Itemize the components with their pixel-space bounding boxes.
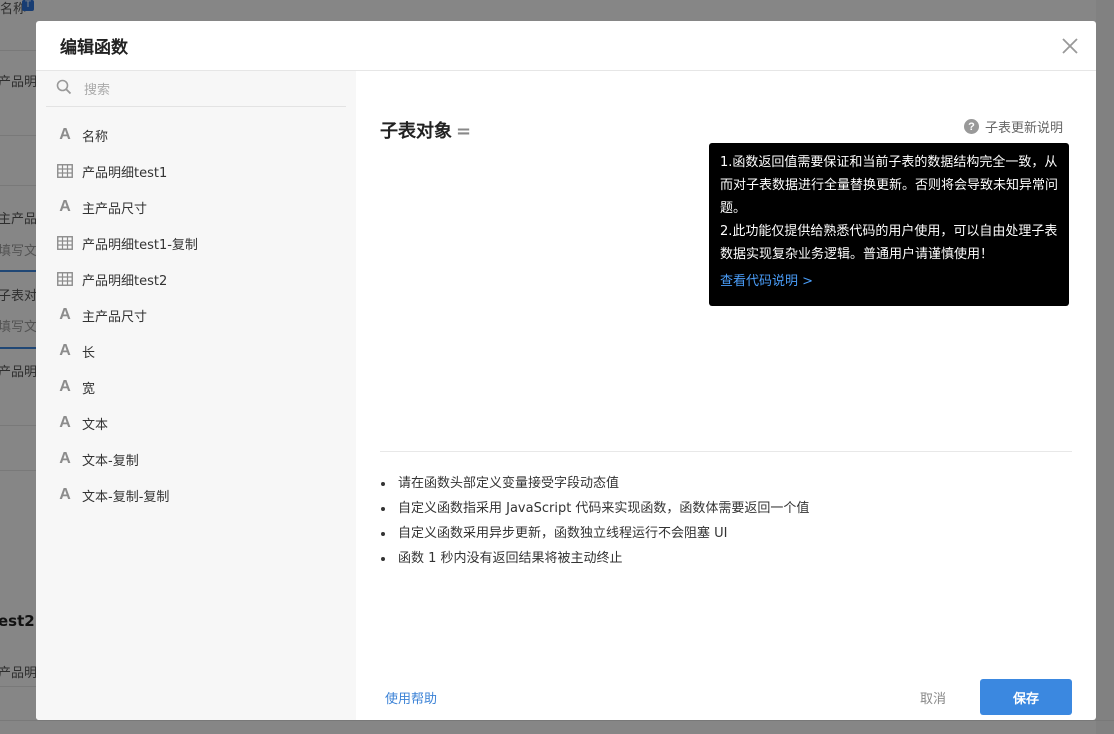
dialog-header: 编辑函数 (36, 21, 1096, 71)
notes-list: 请在函数头部定义变量接受字段动态值 自定义函数指采用 JavaScript 代码… (380, 471, 809, 571)
field-item[interactable]: A宽 (36, 369, 356, 405)
formula-heading: 子表对象 = (380, 117, 471, 143)
note-item: 函数 1 秒内没有返回结果将被主动终止 (380, 546, 809, 571)
field-item[interactable]: A 主产品尺寸 (36, 297, 356, 333)
field-item[interactable]: 产品明细test2 (36, 261, 356, 297)
field-item-label: 产品明细test1-复制 (82, 237, 198, 253)
formula-field-label: 子表对象 (380, 121, 452, 142)
tooltip-line-1: 1.函数返回值需要保证和当前子表的数据结构完全一致，从而对子表数据进行全量替换更… (720, 155, 1059, 216)
text-field-icon: A (59, 198, 71, 215)
field-item[interactable]: A 文本-复制 (36, 441, 356, 477)
help-link-label: 子表更新说明 (984, 121, 1063, 136)
field-item[interactable]: 产品明细test1-复制 (36, 225, 356, 261)
text-field-icon: A (59, 414, 71, 431)
edit-function-dialog: 编辑函数 搜索 A 名称 产品明细test1 A 主产品尺寸 产品明细test1-复制 产品… (36, 21, 1096, 720)
field-item-label: 主产品尺寸 (82, 309, 148, 325)
field-list: A 名称 产品明细test1 A 主产品尺寸 产品明细test1-复制 产品明细test2 A… (36, 107, 356, 513)
note-item: 自定义函数指采用 JavaScript 代码来实现函数，函数体需要返回一个值 (380, 496, 809, 521)
text-field-icon: A (59, 486, 71, 503)
editor-divider (380, 451, 1072, 452)
field-item-label: 名称 (82, 129, 109, 145)
view-code-doc-link[interactable]: 查看代码说明 > (720, 270, 813, 293)
usage-help-link[interactable]: 使用帮助 (385, 688, 437, 707)
text-field-icon: A (59, 450, 71, 467)
field-item[interactable]: A 主产品尺寸 (36, 189, 356, 225)
note-item: 请在函数头部定义变量接受字段动态值 (380, 471, 809, 496)
search-input[interactable]: 搜索 (46, 71, 346, 107)
field-item[interactable]: A 文本-复制-复制 (36, 477, 356, 513)
field-item-label: 产品明细test2 (82, 273, 168, 289)
field-item-label: 文本-复制 (82, 453, 139, 469)
table-icon (57, 163, 73, 179)
table-icon (57, 271, 73, 287)
field-sidebar: 搜索 A 名称 产品明细test1 A 主产品尺寸 产品明细test1-复制 产品明细tes… (36, 71, 356, 720)
text-field-icon: A (59, 306, 71, 323)
field-item[interactable]: A 文本 (36, 405, 356, 441)
cancel-button[interactable]: 取消 (920, 688, 946, 707)
field-item-label: 长 (82, 345, 96, 361)
field-item-label: 宽 (82, 381, 96, 397)
field-item[interactable]: 产品明细test1 (36, 153, 356, 189)
note-item: 自定义函数采用异步更新，函数独立线程运行不会阻塞 UI (380, 521, 809, 546)
field-item-label: 主产品尺寸 (82, 201, 148, 217)
field-item-label: 产品明细test1 (82, 165, 168, 181)
field-item-label: 文本 (82, 417, 109, 433)
close-icon[interactable] (1060, 36, 1080, 56)
subtable-help-link[interactable]: ? 子表更新说明 (963, 117, 1063, 136)
tooltip-line-2: 2.此功能仅提供给熟悉代码的用户使用，可以自由处理子表数据实现复杂业务逻辑。普通… (720, 224, 1058, 262)
table-icon (57, 235, 73, 251)
help-tooltip: 1.函数返回值需要保证和当前子表的数据结构完全一致，从而对子表数据进行全量替换更… (709, 143, 1069, 306)
field-item[interactable]: A 名称 (36, 117, 356, 153)
search-placeholder: 搜索 (84, 83, 111, 98)
equals-sign: = (456, 121, 472, 142)
text-field-icon: A (59, 342, 71, 359)
field-item[interactable]: A长 (36, 333, 356, 369)
save-button[interactable]: 保存 (980, 679, 1072, 715)
question-icon: ? (963, 119, 979, 134)
text-field-icon: A (59, 378, 71, 395)
text-field-icon: A (59, 126, 71, 143)
search-icon (56, 79, 72, 99)
editor-panel: 子表对象 = ? 子表更新说明 1.函数返回值需要保证和当前子表的数据结构完全一致… (356, 71, 1096, 720)
dialog-title: 编辑函数 (60, 38, 128, 58)
field-item-label: 文本-复制-复制 (82, 489, 170, 505)
